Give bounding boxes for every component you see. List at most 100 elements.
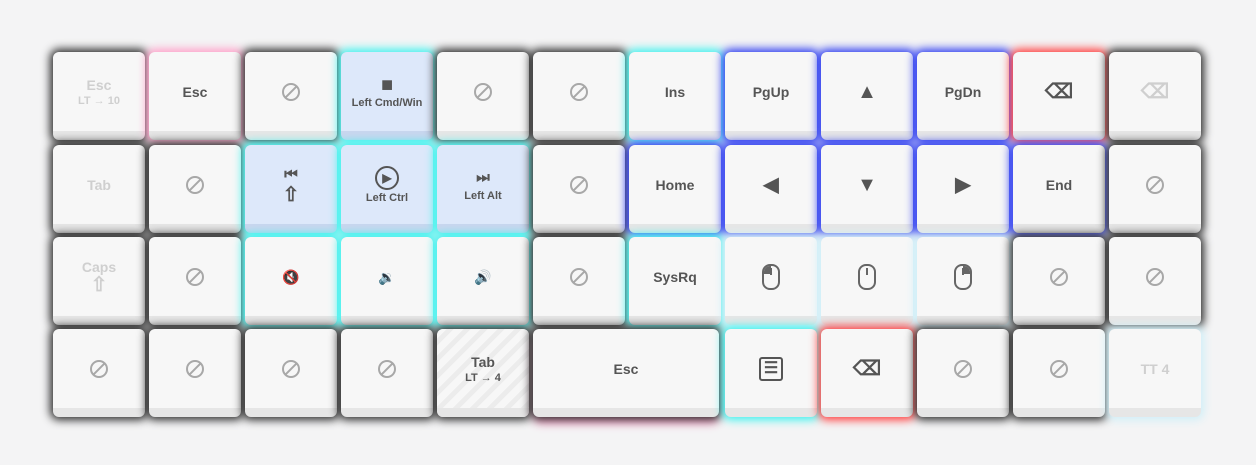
key-noop[interactable] bbox=[533, 145, 625, 233]
shift-icon: ⇧ bbox=[282, 183, 300, 206]
key-noop[interactable] bbox=[533, 52, 625, 140]
key-down[interactable]: ▼ bbox=[821, 145, 913, 233]
backspace-icon: ⌫ bbox=[1140, 80, 1170, 103]
key-home[interactable]: Home bbox=[629, 145, 721, 233]
key-noop[interactable] bbox=[341, 329, 433, 417]
mouse-right-button-icon bbox=[954, 263, 972, 290]
key-left[interactable]: ◀ bbox=[725, 145, 817, 233]
key-label: Esc bbox=[613, 360, 639, 377]
menu-icon: ☰ bbox=[758, 356, 784, 381]
no-op-icon bbox=[474, 82, 492, 101]
key-right[interactable]: ▶ bbox=[917, 145, 1009, 233]
no-op-icon bbox=[1050, 267, 1068, 286]
media-play-icon: ▶ bbox=[375, 165, 399, 190]
key-left-ctrl[interactable]: ▶ Left Ctrl bbox=[341, 145, 433, 233]
key-end[interactable]: End bbox=[1013, 145, 1105, 233]
key-mouse-left-click[interactable] bbox=[725, 237, 817, 325]
no-op-icon bbox=[570, 267, 588, 286]
key-label: SysRq bbox=[653, 268, 697, 285]
key-volume-up[interactable]: 🔊 bbox=[437, 237, 529, 325]
arrow-up-icon: ▲ bbox=[857, 80, 877, 103]
key-mouse-middle-click[interactable] bbox=[821, 237, 913, 325]
no-op-icon bbox=[570, 82, 588, 101]
key-noop[interactable] bbox=[53, 329, 145, 417]
key-esc-wide[interactable]: Esc bbox=[533, 329, 719, 417]
volume-down-icon: 🔉 bbox=[378, 268, 396, 285]
no-op-icon bbox=[570, 175, 588, 194]
key-noop[interactable] bbox=[1013, 237, 1105, 325]
key-pgdn[interactable]: PgDn bbox=[917, 52, 1009, 140]
key-ins[interactable]: Ins bbox=[629, 52, 721, 140]
key-sublabel: Left Alt bbox=[464, 189, 502, 202]
keyboard-layout: Esc LT → 10 Esc ■ Left Cmd/Win Ins PgUp … bbox=[0, 0, 1256, 465]
key-sublabel: LT → 10 bbox=[78, 94, 120, 107]
no-op-icon bbox=[282, 359, 300, 378]
key-label: Caps bbox=[81, 258, 117, 275]
key-sublabel: Left Cmd/Win bbox=[351, 96, 423, 109]
mouse-middle-button-icon bbox=[858, 263, 876, 290]
shift-icon: ⇧ bbox=[90, 273, 108, 296]
key-noop[interactable] bbox=[1109, 145, 1201, 233]
key-backspace-faint[interactable]: ⌫ bbox=[1109, 52, 1201, 140]
key-noop[interactable] bbox=[437, 52, 529, 140]
key-label: Esc bbox=[86, 76, 112, 93]
key-prev-shift[interactable]: ⏮ ⇧ bbox=[245, 145, 337, 233]
key-caps[interactable]: Caps ⇧ bbox=[53, 237, 145, 325]
key-label: Ins bbox=[664, 83, 686, 100]
arrow-left-icon: ◀ bbox=[763, 173, 779, 196]
key-backspace[interactable]: ⌫ bbox=[821, 329, 913, 417]
key-left-alt[interactable]: ⏭ Left Alt bbox=[437, 145, 529, 233]
no-op-icon bbox=[282, 82, 300, 101]
key-noop[interactable] bbox=[149, 329, 241, 417]
key-left-cmd-win[interactable]: ■ Left Cmd/Win bbox=[341, 52, 433, 140]
key-pgup[interactable]: PgUp bbox=[725, 52, 817, 140]
key-noop[interactable] bbox=[917, 329, 1009, 417]
key-esc[interactable]: Esc bbox=[149, 52, 241, 140]
key-tab-lt4[interactable]: Tab LT → 4 bbox=[437, 329, 529, 417]
no-op-icon bbox=[954, 359, 972, 378]
key-noop[interactable] bbox=[1013, 329, 1105, 417]
key-sysrq[interactable]: SysRq bbox=[629, 237, 721, 325]
key-label: PgUp bbox=[752, 83, 790, 100]
arrow-right-icon: ▶ bbox=[955, 173, 971, 196]
key-tt4[interactable]: TT 4 bbox=[1109, 329, 1201, 417]
key-volume-down[interactable]: 🔉 bbox=[341, 237, 433, 325]
no-op-icon bbox=[1050, 359, 1068, 378]
stop-icon: ■ bbox=[380, 73, 394, 96]
no-op-icon bbox=[1146, 175, 1164, 194]
key-noop[interactable] bbox=[149, 145, 241, 233]
key-label: PgDn bbox=[944, 83, 982, 100]
media-next-icon: ⏭ bbox=[476, 168, 490, 186]
no-op-icon bbox=[378, 359, 396, 378]
backspace-icon: ⌫ bbox=[1044, 80, 1074, 103]
no-op-icon bbox=[186, 267, 204, 286]
key-backspace[interactable]: ⌫ bbox=[1013, 52, 1105, 140]
no-op-icon bbox=[186, 359, 204, 378]
no-op-icon bbox=[1146, 267, 1164, 286]
key-mouse-right-click[interactable] bbox=[917, 237, 1009, 325]
key-label: Esc bbox=[182, 83, 208, 100]
arrow-down-icon: ▼ bbox=[857, 173, 877, 196]
key-label: Tab bbox=[87, 176, 111, 193]
no-op-icon bbox=[90, 359, 108, 378]
key-sublabel: LT → 4 bbox=[465, 371, 501, 384]
key-esc-lt10[interactable]: Esc LT → 10 bbox=[53, 52, 145, 140]
key-up[interactable]: ▲ bbox=[821, 52, 913, 140]
key-noop[interactable] bbox=[245, 52, 337, 140]
no-op-icon bbox=[186, 175, 204, 194]
mouse-left-button-icon bbox=[762, 263, 780, 290]
key-label: TT 4 bbox=[1140, 360, 1170, 377]
key-menu[interactable]: ☰ bbox=[725, 329, 817, 417]
key-label: Tab bbox=[471, 353, 495, 370]
key-tab[interactable]: Tab bbox=[53, 145, 145, 233]
key-noop[interactable] bbox=[533, 237, 625, 325]
key-noop[interactable] bbox=[149, 237, 241, 325]
key-label: End bbox=[1045, 176, 1073, 193]
media-prev-icon: ⏮ bbox=[284, 165, 298, 183]
key-sublabel: Left Ctrl bbox=[365, 191, 409, 204]
backspace-icon: ⌫ bbox=[852, 357, 882, 380]
key-noop[interactable] bbox=[1109, 237, 1201, 325]
key-mute[interactable]: 🔇 bbox=[245, 237, 337, 325]
volume-up-icon: 🔊 bbox=[474, 268, 492, 285]
key-noop[interactable] bbox=[245, 329, 337, 417]
